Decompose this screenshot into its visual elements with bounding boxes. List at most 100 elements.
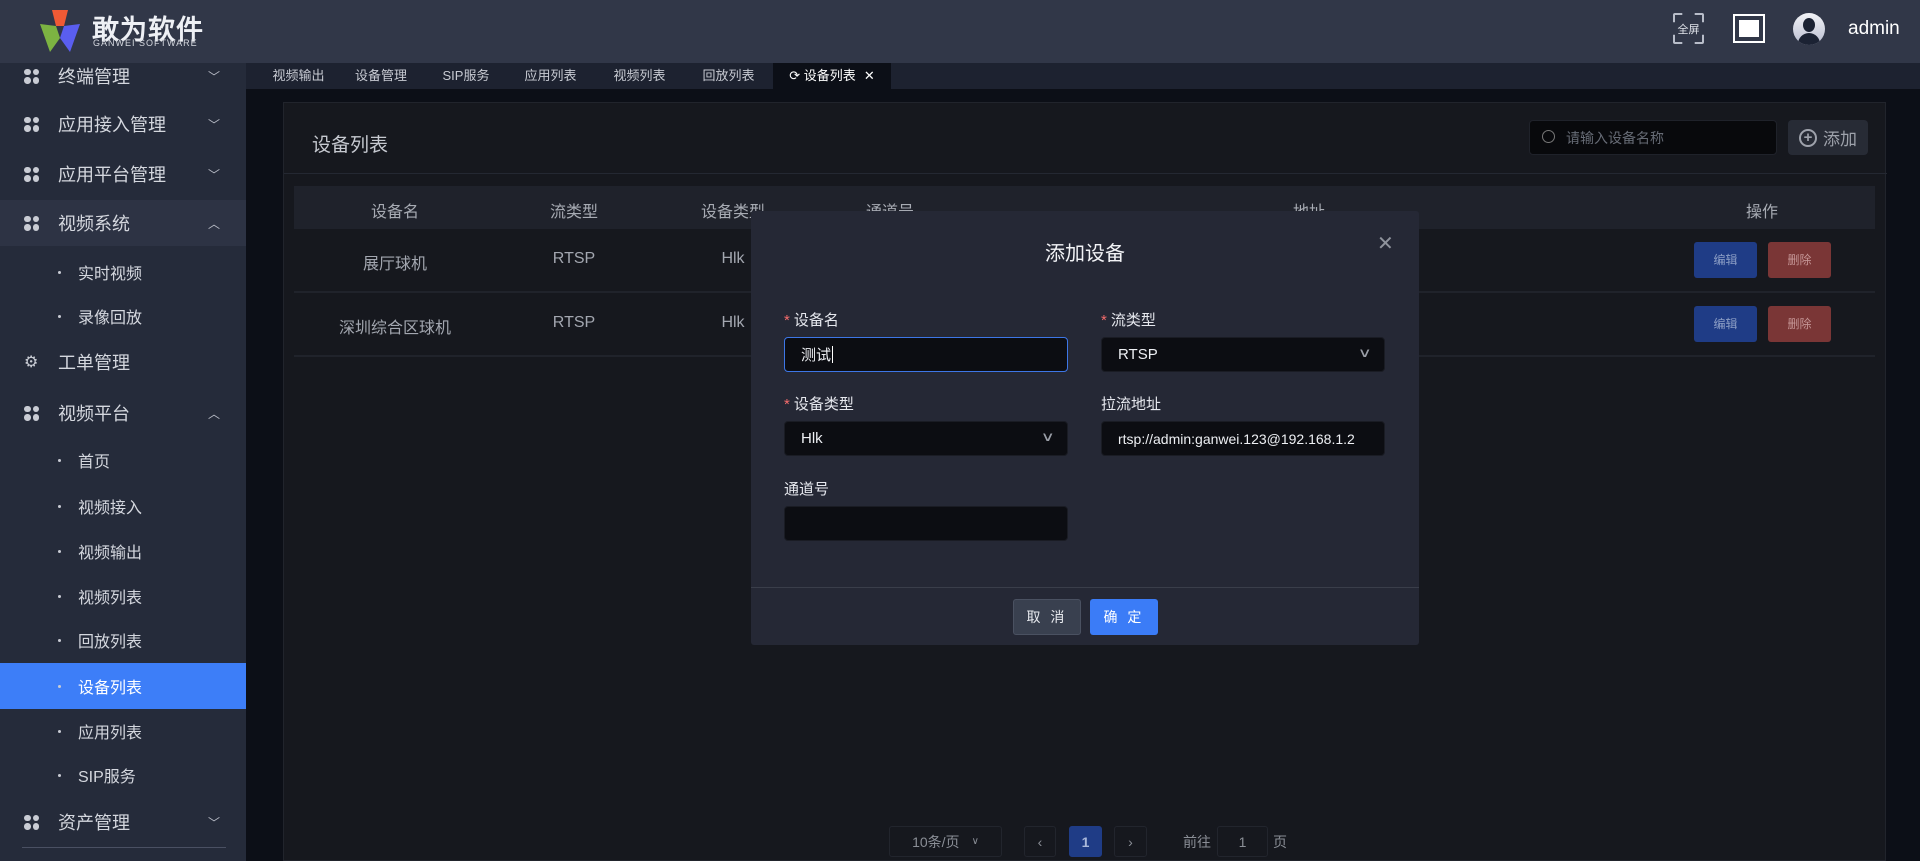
device-name-input[interactable]: 测试 xyxy=(784,337,1068,372)
pull-url-input[interactable]: rtsp://admin:ganwei.123@192.168.1.2 xyxy=(1101,421,1385,456)
logo-icon xyxy=(40,10,80,52)
pagination: 10条/页 ∨ ‹ 1 › 前往 1 页 xyxy=(0,826,1920,857)
sidebar: 终端管理 ﹀ 应用接入管理 ﹀ 应用平台管理 ﹀ 视频系统 ︿ 实时视频 录像回放 ⚙ 工单管理 视频平… xyxy=(0,63,246,861)
bullet-icon xyxy=(58,684,61,688)
menu-icon xyxy=(24,68,39,84)
sidebar-item[interactable]: 视频系统 ︿ xyxy=(0,200,246,246)
device-type-select[interactable]: Hlk ∨ xyxy=(784,421,1068,456)
card-title: 设备列表 xyxy=(312,135,389,156)
dialog-footer-divider xyxy=(751,587,1419,588)
top-header: 敢为软件 GANWEI SOFTWARE 全屏 admin xyxy=(0,0,1920,63)
sidebar-label: 工单管理 xyxy=(58,353,130,373)
bullet-icon xyxy=(58,270,61,274)
tab-label: SIP服务 xyxy=(442,68,490,83)
chevron-down-icon: ∨ xyxy=(971,836,979,847)
brand-subtitle: GANWEI SOFTWARE xyxy=(93,38,198,48)
sidebar-label: SIP服务 xyxy=(78,769,136,786)
channel-input[interactable] xyxy=(784,506,1068,541)
sidebar-subitem[interactable]: 设备列表 xyxy=(0,663,246,709)
tab-item[interactable]: 应用列表 xyxy=(506,63,595,89)
column-header: 流类型 xyxy=(549,204,599,221)
tab-label: 视频输出 xyxy=(272,68,325,83)
sidebar-item[interactable]: 应用平台管理 ﹀ xyxy=(0,151,246,197)
sidebar-subitem[interactable]: 实时视频 xyxy=(0,249,246,295)
confirm-button[interactable]: 确 定 xyxy=(1090,599,1158,635)
next-page-button[interactable]: › xyxy=(1114,826,1147,857)
device-name-value: 测试 xyxy=(801,347,832,364)
sidebar-label: 首页 xyxy=(78,454,111,471)
sidebar-label: 视频系统 xyxy=(58,214,130,234)
menu-icon xyxy=(24,215,39,231)
goto-prefix: 前往 xyxy=(1183,833,1211,850)
channel-label: 通道号 xyxy=(784,481,830,498)
chevron-up-icon: ︿ xyxy=(208,406,221,421)
sidebar-subitem[interactable]: 视频输出 xyxy=(0,528,246,574)
sidebar-label: 实时视频 xyxy=(78,266,143,283)
goto-page-input[interactable]: 1 xyxy=(1217,826,1268,857)
tab-item[interactable]: 回放列表 xyxy=(684,63,773,89)
menu-icon xyxy=(24,166,39,182)
close-icon[interactable]: ✕ xyxy=(864,68,875,83)
device-type-label: * 设备类型 xyxy=(784,396,854,413)
close-icon[interactable]: ✕ xyxy=(1377,231,1394,256)
stream-type-select[interactable]: RTSP ∨ xyxy=(1101,337,1385,372)
sidebar-subitem[interactable]: 回放列表 xyxy=(0,617,246,663)
sidebar-item[interactable]: ⚙ 工单管理 xyxy=(0,339,246,385)
sidebar-subitem[interactable]: 首页 xyxy=(0,437,246,483)
tab-item[interactable]: 视频输出 xyxy=(261,63,336,89)
stream-type-label: * 流类型 xyxy=(1101,312,1156,329)
sidebar-item[interactable]: 终端管理 ﹀ xyxy=(0,53,246,99)
add-device-dialog: 添加设备 ✕ * 设备名 测试 * 流类型 RTSP ∨ * 设备类型 Hlk ∨ 拉流地… xyxy=(751,211,1419,645)
pull-url-value: rtsp://admin:ganwei.123@192.168.1.2 xyxy=(1118,430,1355,447)
sidebar-label: 应用列表 xyxy=(78,725,143,742)
tab-label: 设备管理 xyxy=(354,68,407,83)
bullet-icon xyxy=(58,504,61,508)
cell-stream: RTSP xyxy=(552,314,596,331)
sidebar-subitem[interactable]: 录像回放 xyxy=(0,293,246,339)
sidebar-item[interactable]: 视频平台 ︿ xyxy=(0,390,246,436)
delete-button[interactable]: 删除 xyxy=(1768,306,1831,342)
sidebar-subitem[interactable]: 视频列表 xyxy=(0,573,246,619)
sidebar-label: 录像回放 xyxy=(78,310,143,327)
add-button[interactable]: + 添加 xyxy=(1788,120,1868,155)
menu-icon xyxy=(24,116,39,132)
sidebar-label: 应用接入管理 xyxy=(58,115,166,135)
username[interactable]: admin xyxy=(1848,18,1900,40)
edit-button[interactable]: 编辑 xyxy=(1694,306,1757,342)
menu-icon xyxy=(24,405,39,421)
search-placeholder: 请输入设备名称 xyxy=(1566,129,1664,146)
bullet-icon xyxy=(58,773,61,777)
tab-item[interactable]: SIP服务 xyxy=(426,63,506,89)
sidebar-subitem[interactable]: 应用列表 xyxy=(0,708,246,754)
tab-item[interactable]: 设备管理 xyxy=(336,63,426,89)
sidebar-label: 应用平台管理 xyxy=(58,165,166,185)
chevron-down-icon: ∨ xyxy=(1358,345,1373,360)
delete-button[interactable]: 删除 xyxy=(1768,242,1831,278)
page-size-value: 10条/页 xyxy=(912,833,960,850)
tab-item[interactable]: 视频列表 xyxy=(595,63,684,89)
chevron-down-icon: ∨ xyxy=(1041,429,1056,444)
page-size-select[interactable]: 10条/页 ∨ xyxy=(889,826,1002,857)
prev-page-button[interactable]: ‹ xyxy=(1024,826,1056,857)
avatar[interactable] xyxy=(1793,13,1825,45)
column-header: 操作 xyxy=(1745,204,1779,221)
stream-type-value: RTSP xyxy=(1118,346,1158,363)
tab-label: 应用列表 xyxy=(524,68,577,83)
search-input[interactable]: 请输入设备名称 xyxy=(1529,120,1777,155)
page-1-button[interactable]: 1 xyxy=(1069,826,1102,857)
device-name-label: * 设备名 xyxy=(784,312,839,329)
tab-item[interactable]: ⟳ 设备列表 ✕ xyxy=(773,63,891,89)
sidebar-subitem[interactable]: 视频接入 xyxy=(0,483,246,529)
bullet-icon xyxy=(58,314,61,318)
sidebar-label: 视频平台 xyxy=(58,404,130,424)
fullscreen-icon[interactable] xyxy=(1733,14,1765,43)
sidebar-subitem[interactable]: SIP服务 xyxy=(0,752,246,798)
refresh-icon: ⟳ xyxy=(789,68,804,83)
fullscreen-text-button[interactable]: 全屏 xyxy=(1673,13,1704,44)
sidebar-item[interactable]: 应用接入管理 ﹀ xyxy=(0,101,246,147)
cancel-button[interactable]: 取 消 xyxy=(1013,599,1081,635)
dialog-title: 添加设备 xyxy=(1045,243,1125,265)
edit-button[interactable]: 编辑 xyxy=(1694,242,1757,278)
tab-label: 视频列表 xyxy=(613,68,666,83)
chevron-down-icon: ﹀ xyxy=(208,69,221,84)
